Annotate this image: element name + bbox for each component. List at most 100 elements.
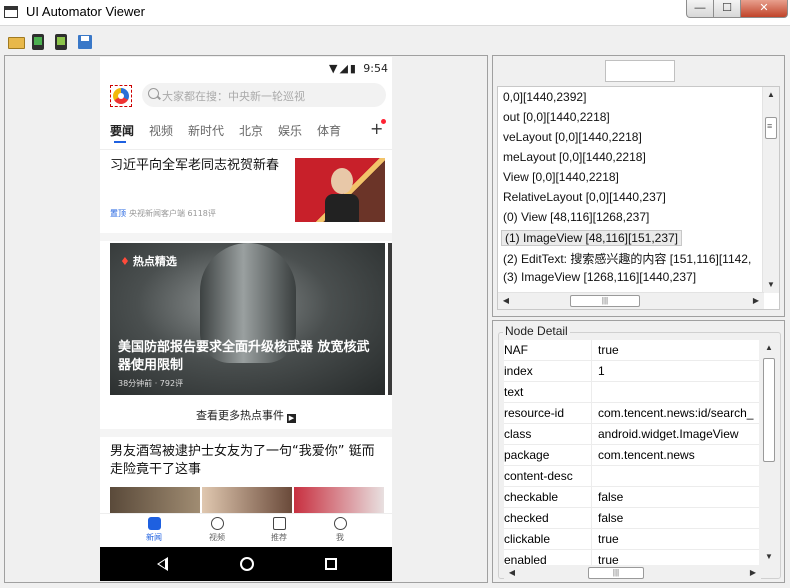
app-logo-icon[interactable]	[110, 85, 132, 107]
hierarchy-tree[interactable]: 0,0][1440,2392] out [0,0][1440,2218] veLay…	[497, 86, 780, 310]
save-icon[interactable]	[76, 33, 94, 51]
news-headline-2[interactable]: 男友酒驾被逮护士女友为了一句“我爱你” 铤而走险竟干了这事	[110, 443, 384, 479]
active-tab-indicator	[114, 141, 126, 143]
detail-value[interactable]: true	[598, 340, 758, 361]
scroll-thumb[interactable]: |||	[588, 567, 644, 579]
detail-row[interactable]: NAF true	[504, 340, 759, 361]
tree-node[interactable]: (3) ImageView [1268,116][1440,237]	[503, 270, 696, 284]
device-screenshot[interactable]: ▼◢▮ 9:54 大家都在搜：中央新一轮巡视 要闻 视频 新时代 北京 娱乐 体…	[100, 57, 392, 581]
nav-recommend[interactable]: 推荐	[259, 517, 299, 543]
tree-node[interactable]: (0) View [48,116][1268,237]	[503, 210, 649, 224]
detail-row[interactable]: class android.widget.ImageView	[504, 424, 759, 445]
detail-value[interactable]: com.tencent.news	[598, 445, 758, 466]
tab-entertainment[interactable]: 娱乐	[278, 122, 302, 139]
news-thumbnail-2b[interactable]	[202, 487, 292, 513]
detail-row[interactable]: clickable true	[504, 529, 759, 550]
detail-value[interactable]	[598, 382, 758, 403]
tree-node[interactable]: (1) ImageView [48,116][151,237]	[501, 230, 683, 246]
hot-picks-card[interactable]: ♦ 热点精选 美国防部报告要求全面升级核武器 放宽核武器使用限制 38分钟前 · …	[110, 243, 385, 395]
scroll-left-icon[interactable]: ◀	[504, 565, 520, 581]
more-hot-events-link[interactable]: 查看更多热点事件 ▶	[100, 407, 392, 423]
minimize-button[interactable]: —	[686, 0, 714, 18]
nav-recommend-label: 推荐	[271, 533, 287, 542]
detail-horizontal-scrollbar[interactable]: ◀ ||| ▶	[504, 565, 761, 581]
tab-beijing[interactable]: 北京	[239, 122, 263, 139]
app-window-icon	[4, 6, 18, 18]
scroll-right-icon[interactable]: ▶	[748, 293, 764, 309]
device-status-bar: ▼◢▮ 9:54	[100, 57, 392, 79]
detail-value[interactable]	[598, 466, 758, 487]
search-input[interactable]: 大家都在搜：中央新一轮巡视	[142, 83, 386, 107]
tree-node[interactable]: veLayout [0,0][1440,2218]	[503, 130, 642, 144]
nav-news[interactable]: 新闻	[134, 517, 174, 543]
detail-vertical-scrollbar[interactable]: ▲ ▼	[761, 340, 778, 565]
tab-sports[interactable]: 体育	[317, 122, 341, 139]
detail-key: clickable	[504, 529, 592, 550]
detail-value[interactable]: 1	[598, 361, 758, 382]
channel-tabs: 要闻 视频 新时代 北京 娱乐 体育 +	[100, 119, 392, 143]
scroll-up-icon[interactable]: ▲	[763, 87, 779, 103]
tree-filter-input[interactable]	[605, 60, 675, 82]
news-thumbnail-1[interactable]	[295, 158, 385, 222]
divider	[100, 149, 392, 150]
detail-key: index	[504, 361, 592, 382]
device-screenshot-compressed-icon[interactable]	[52, 33, 70, 51]
detail-row[interactable]: text	[504, 382, 759, 403]
open-icon[interactable]	[7, 33, 25, 51]
detail-row[interactable]: package com.tencent.news	[504, 445, 759, 466]
device-screenshot-icon[interactable]	[29, 33, 47, 51]
maximize-button[interactable]: ☐	[713, 0, 741, 18]
search-placeholder: 大家都在搜：中央新一轮巡视	[162, 90, 305, 103]
detail-value[interactable]: android.widget.ImageView	[598, 424, 758, 445]
detail-value[interactable]: false	[598, 508, 758, 529]
detail-key: checked	[504, 508, 592, 529]
node-detail-table[interactable]: NAF true index 1 text resource-id com.tencent.…	[504, 340, 759, 565]
tab-video[interactable]: 视频	[149, 122, 173, 139]
nav-me[interactable]: 我	[320, 517, 360, 543]
video-icon	[210, 517, 224, 530]
tree-node[interactable]: meLayout [0,0][1440,2218]	[503, 150, 646, 164]
tree-node[interactable]: 0,0][1440,2392]	[503, 90, 586, 104]
recents-icon[interactable]	[325, 558, 337, 570]
hot-meta: 38分钟前 · 792评	[118, 379, 184, 388]
detail-row[interactable]: checked false	[504, 508, 759, 529]
scroll-thumb[interactable]	[763, 358, 775, 462]
toolbar	[0, 28, 790, 56]
scroll-thumb[interactable]	[765, 117, 777, 139]
scroll-right-icon[interactable]: ▶	[745, 565, 761, 581]
detail-row[interactable]: resource-id com.tencent.news:id/search_	[504, 403, 759, 424]
tab-yaowen[interactable]: 要闻	[110, 122, 134, 139]
nav-video[interactable]: 视频	[197, 517, 237, 543]
next-card-peek[interactable]	[388, 243, 392, 395]
tree-node[interactable]: RelativeLayout [0,0][1440,237]	[503, 190, 666, 204]
news-thumbnail-2a[interactable]	[110, 487, 200, 513]
scroll-left-icon[interactable]: ◀	[498, 293, 514, 309]
home-icon[interactable]	[240, 557, 254, 571]
back-icon[interactable]	[157, 557, 168, 571]
detail-value[interactable]: true	[598, 550, 758, 565]
tree-node[interactable]: out [0,0][1440,2218]	[503, 110, 610, 124]
close-button[interactable]: ✕	[740, 0, 788, 18]
news-headline-1[interactable]: 习近平向全军老同志祝贺新春	[110, 157, 280, 175]
hierarchy-panel: 0,0][1440,2392] out [0,0][1440,2218] veLay…	[492, 55, 785, 317]
detail-row[interactable]: content-desc	[504, 466, 759, 487]
tree-node[interactable]: (2) EditText: 搜索感兴趣的内容 [151,116][1142,	[503, 250, 751, 267]
scroll-up-icon[interactable]: ▲	[761, 340, 777, 356]
scroll-down-icon[interactable]: ▼	[761, 549, 777, 565]
tree-vertical-scrollbar[interactable]: ▲ ▼	[762, 87, 779, 293]
detail-value[interactable]: false	[598, 487, 758, 508]
status-icons: ▼◢▮	[329, 62, 358, 75]
detail-row[interactable]: enabled true	[504, 550, 759, 565]
tree-horizontal-scrollbar[interactable]: ◀ ||| ▶	[498, 292, 764, 309]
flame-icon: ♦	[120, 255, 130, 268]
scroll-down-icon[interactable]: ▼	[763, 277, 779, 293]
detail-value[interactable]: com.tencent.news:id/search_	[598, 403, 758, 424]
tree-lines: 0,0][1440,2392] out [0,0][1440,2218] veLay…	[498, 90, 764, 294]
detail-row[interactable]: index 1	[504, 361, 759, 382]
tree-node[interactable]: View [0,0][1440,2218]	[503, 170, 619, 184]
detail-value[interactable]: true	[598, 529, 758, 550]
news-thumbnail-2c[interactable]	[294, 487, 384, 513]
tab-new-era[interactable]: 新时代	[188, 122, 224, 139]
detail-row[interactable]: checkable false	[504, 487, 759, 508]
scroll-thumb[interactable]: |||	[570, 295, 640, 307]
